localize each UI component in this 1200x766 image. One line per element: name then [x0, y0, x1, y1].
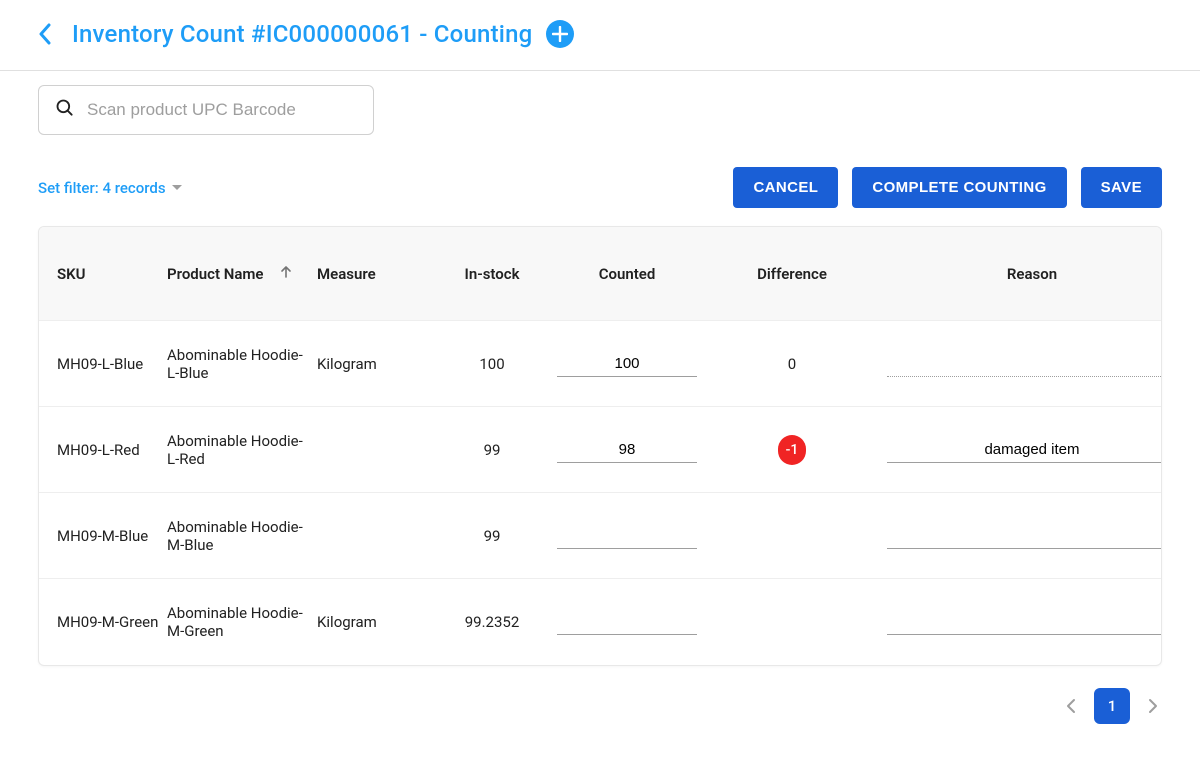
table-row: MH09-L-RedAbominable Hoodie-L-Red 99 -1: [39, 407, 1161, 493]
barcode-search[interactable]: [38, 85, 374, 135]
search-icon: [55, 98, 75, 122]
reason-input[interactable]: [887, 437, 1162, 463]
col-counted[interactable]: Counted: [547, 265, 707, 283]
reason-input[interactable]: [887, 609, 1162, 635]
cell-sku: MH09-M-Green: [57, 613, 167, 631]
cell-in-stock: 99: [437, 441, 547, 459]
counted-input[interactable]: [557, 437, 697, 463]
complete-counting-button[interactable]: COMPLETE COUNTING: [852, 167, 1066, 208]
add-button[interactable]: [546, 20, 574, 48]
table-row: MH09-L-BlueAbominable Hoodie-L-BlueKilog…: [39, 321, 1161, 407]
col-product-name[interactable]: Product Name: [167, 265, 317, 283]
reason-input[interactable]: [887, 523, 1162, 549]
cell-in-stock: 100: [437, 355, 547, 373]
next-page[interactable]: [1148, 698, 1158, 714]
cell-sku: MH09-M-Blue: [57, 527, 167, 545]
prev-page[interactable]: [1066, 698, 1076, 714]
cell-name: Abominable Hoodie-M-Blue: [167, 518, 317, 554]
filter-dropdown[interactable]: Set filter: 4 records: [38, 179, 182, 197]
save-button[interactable]: SAVE: [1081, 167, 1162, 208]
table-row: MH09-M-GreenAbominable Hoodie-M-GreenKil…: [39, 579, 1161, 665]
col-sku[interactable]: SKU: [57, 265, 167, 283]
cell-difference: -1: [707, 435, 877, 465]
cell-measure: Kilogram: [317, 613, 437, 631]
back-icon[interactable]: [38, 24, 58, 44]
reason-input[interactable]: [887, 351, 1162, 377]
difference-value: 0: [788, 355, 796, 373]
action-buttons: CANCEL COMPLETE COUNTING SAVE: [733, 167, 1162, 208]
page-header: Inventory Count #IC000000061 - Counting: [0, 0, 1200, 71]
cell-name: Abominable Hoodie-L-Red: [167, 432, 317, 468]
col-reason[interactable]: Reason: [877, 265, 1162, 283]
toolbar: Set filter: 4 records CANCEL COMPLETE CO…: [38, 167, 1162, 208]
cell-sku: MH09-L-Red: [57, 441, 167, 459]
page-title: Inventory Count #IC000000061 - Counting: [72, 20, 532, 48]
cell-name: Abominable Hoodie-L-Blue: [167, 346, 317, 382]
caret-down-icon: [172, 185, 182, 190]
current-page[interactable]: 1: [1094, 688, 1130, 724]
cell-measure: Kilogram: [317, 355, 437, 373]
cell-in-stock: 99.2352: [437, 613, 547, 631]
cell-difference: 0: [707, 355, 877, 373]
filter-label: Set filter: 4 records: [38, 179, 166, 197]
cancel-button[interactable]: CANCEL: [733, 167, 838, 208]
col-difference[interactable]: Difference: [707, 265, 877, 283]
counted-input[interactable]: [557, 609, 697, 635]
inventory-table: SKU Product Name Measure In-stock Counte…: [38, 226, 1162, 666]
counted-input[interactable]: [557, 351, 697, 377]
col-measure[interactable]: Measure: [317, 265, 437, 283]
barcode-input[interactable]: [85, 99, 357, 121]
difference-badge: -1: [778, 435, 807, 465]
table-header: SKU Product Name Measure In-stock Counte…: [39, 227, 1161, 321]
cell-sku: MH09-L-Blue: [57, 355, 167, 373]
counted-input[interactable]: [557, 523, 697, 549]
cell-name: Abominable Hoodie-M-Green: [167, 604, 317, 640]
col-name-label: Product Name: [167, 265, 263, 283]
col-in-stock[interactable]: In-stock: [437, 265, 547, 283]
table-row: MH09-M-BlueAbominable Hoodie-M-Blue 99: [39, 493, 1161, 579]
pagination: 1: [38, 688, 1162, 724]
cell-in-stock: 99: [437, 527, 547, 545]
sort-asc-icon: [279, 265, 293, 283]
